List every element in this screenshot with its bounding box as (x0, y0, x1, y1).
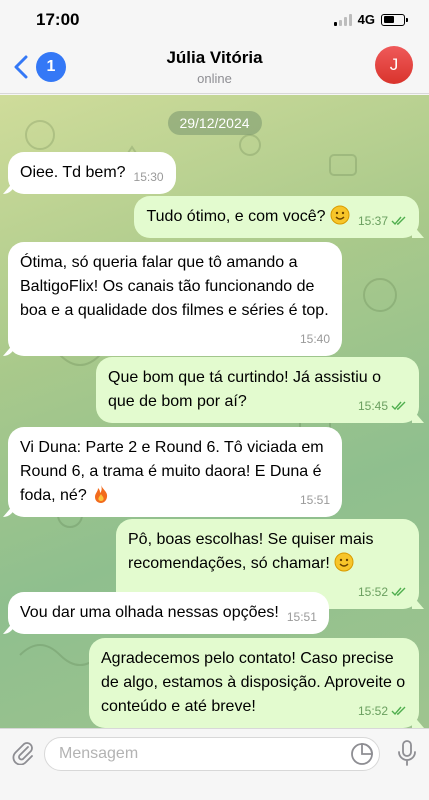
message-text: Ótima, só queria falar que tô amando a B… (20, 254, 329, 319)
message-input[interactable] (44, 737, 380, 771)
smiling-face-emoji-icon (330, 205, 350, 225)
message-outgoing[interactable]: Agradecemos pelo contato! Caso precise d… (89, 638, 419, 728)
message-meta: 15:51 (300, 492, 330, 508)
unread-count-badge: 1 (36, 52, 66, 82)
signal-icon (333, 13, 352, 26)
message-meta: 15:52 (358, 703, 407, 719)
message-time: 15:30 (133, 170, 164, 184)
battery-fill (383, 16, 394, 23)
smiling-face-emoji-icon (334, 552, 354, 572)
battery-icon (381, 13, 408, 26)
microphone-icon[interactable] (396, 739, 418, 767)
message-incoming[interactable]: Vou dar uma olhada nessas opções! 15:51 (8, 592, 329, 634)
status-bar: 17:00 4G (0, 0, 429, 40)
read-ticks-icon (391, 706, 406, 716)
message-time: 15:40 (299, 332, 330, 346)
message-time: 15:52 (357, 585, 388, 599)
message-incoming[interactable]: Ótima, só queria falar que tô amando a B… (8, 242, 342, 356)
back-button[interactable]: 1 (14, 52, 66, 82)
message-time: 15:52 (357, 704, 388, 718)
status-indicators: 4G (333, 12, 408, 27)
read-ticks-icon (391, 216, 406, 226)
message-input-bar (0, 728, 429, 800)
message-meta: 15:51 (287, 609, 317, 625)
message-meta: 15:30 (134, 169, 164, 185)
message-meta: 15:45 (358, 398, 407, 414)
message-text: Oiee. Td bem? (20, 164, 126, 181)
message-time: 15:51 (286, 610, 317, 624)
read-ticks-icon (391, 401, 406, 411)
message-outgoing[interactable]: Que bom que tá curtindo! Já assistiu o q… (96, 357, 419, 423)
network-type: 4G (357, 12, 375, 27)
message-text: Vou dar uma olhada nessas opções! (20, 604, 279, 621)
chevron-left-icon (14, 55, 28, 79)
message-time: 15:51 (299, 493, 330, 507)
message-time: 15:37 (357, 214, 388, 228)
message-incoming[interactable]: Vi Duna: Parte 2 e Round 6. Tô viciada e… (8, 427, 342, 517)
message-meta: 15:37 (358, 213, 407, 229)
chat-header: Júlia Vitória online 1 J (0, 40, 429, 94)
chat-area[interactable]: 29/12/2024 Oiee. Td bem? 15:30 Tudo ótim… (0, 95, 429, 728)
status-time: 17:00 (36, 10, 80, 29)
message-incoming[interactable]: Oiee. Td bem? 15:30 (8, 152, 176, 194)
message-outgoing[interactable]: Tudo ótimo, e com você? 15:37 (134, 196, 419, 238)
message-meta: 15:52 (358, 584, 407, 600)
date-separator: 29/12/2024 (167, 111, 262, 135)
message-text: Tudo ótimo, e com você? (146, 208, 326, 225)
message-text: Vi Duna: Parte 2 e Round 6. Tô viciada e… (20, 439, 324, 504)
read-ticks-icon (391, 587, 406, 597)
message-text: Que bom que tá curtindo! Já assistiu o q… (108, 369, 382, 410)
message-time: 15:45 (357, 399, 388, 413)
paperclip-icon[interactable] (10, 739, 36, 765)
message-meta: 15:40 (300, 331, 330, 347)
fire-emoji-icon (95, 485, 108, 503)
avatar[interactable]: J (375, 46, 413, 84)
sticker-icon[interactable] (350, 742, 374, 766)
